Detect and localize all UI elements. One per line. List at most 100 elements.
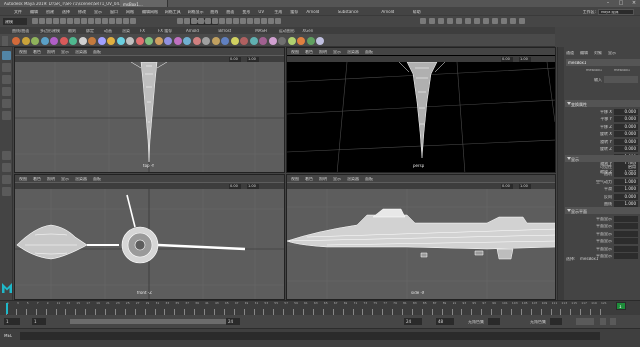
status-icon[interactable] bbox=[205, 18, 211, 24]
shelf-tool-icon[interactable] bbox=[249, 37, 258, 45]
status-icon[interactable] bbox=[191, 18, 197, 24]
status-icon[interactable] bbox=[88, 18, 94, 24]
shelf-tab[interactable]: XGen bbox=[302, 29, 313, 33]
shelf-tab[interactable]: Arnold bbox=[186, 29, 199, 33]
shelf-tool-icon[interactable] bbox=[268, 37, 277, 45]
shelf-tool-icon[interactable] bbox=[31, 37, 39, 45]
gamma-field[interactable]: 1.00 bbox=[247, 56, 259, 62]
render-icon[interactable] bbox=[474, 18, 480, 24]
shelf-tab[interactable]: 渲染 bbox=[122, 29, 130, 33]
lighting-menu[interactable]: 照明 bbox=[319, 50, 327, 54]
status-icon[interactable] bbox=[60, 18, 66, 24]
shelf-tab[interactable]: FX 缓存 bbox=[158, 29, 172, 33]
gamma-field[interactable]: 1.00 bbox=[519, 183, 531, 189]
status-icon[interactable] bbox=[116, 18, 122, 24]
mode-selector[interactable]: 建模 bbox=[3, 18, 27, 25]
tab-channels[interactable]: 通道 bbox=[566, 51, 574, 55]
move-tool-icon[interactable] bbox=[2, 87, 11, 96]
document-tab[interactable]: msBox1... bbox=[120, 0, 168, 7]
view-menu[interactable]: 视图 bbox=[291, 50, 299, 54]
menu-item[interactable]: 编辑网格 bbox=[142, 10, 158, 14]
channel-row[interactable]: 平面显示 bbox=[566, 215, 640, 222]
renderer-menu[interactable]: 渲染器 bbox=[75, 50, 87, 54]
shading-menu[interactable]: 着色 bbox=[305, 50, 313, 54]
menu-item[interactable]: 网格 bbox=[126, 10, 134, 14]
channel-value[interactable]: 启用 bbox=[614, 163, 638, 170]
current-time-indicator[interactable] bbox=[6, 303, 8, 314]
section-extra[interactable]: 显示平面 bbox=[565, 207, 640, 214]
shelf-tool-icon[interactable] bbox=[40, 37, 49, 45]
lasso-tool-icon[interactable] bbox=[2, 63, 11, 72]
show-menu[interactable]: 显示 bbox=[333, 177, 341, 181]
shelf-tool-icon[interactable] bbox=[183, 37, 191, 45]
channel-value[interactable]: 0.000 bbox=[614, 116, 638, 122]
shelf-tool-icon[interactable] bbox=[69, 37, 77, 45]
shelf-tool-icon[interactable] bbox=[230, 37, 239, 45]
status-icon[interactable] bbox=[226, 18, 232, 24]
shelf-tab[interactable]: 动画 bbox=[104, 29, 112, 33]
prefs-icon[interactable] bbox=[600, 318, 606, 325]
menu-item[interactable]: 帮助 bbox=[413, 10, 421, 14]
status-icon[interactable] bbox=[240, 18, 246, 24]
shape-tab-1[interactable]: mesBox1 bbox=[586, 69, 602, 73]
viewport-persp[interactable]: 视图 着色 照明 显示 渲染器 面板 0.00 1.00 persp bbox=[286, 47, 556, 173]
animation-start-field[interactable]: 1 bbox=[4, 318, 20, 325]
channel-box-side-tab[interactable] bbox=[558, 47, 564, 300]
shelf-tool-icon[interactable] bbox=[116, 37, 125, 45]
tab-edit[interactable]: 编辑 bbox=[580, 51, 588, 55]
viewport-canvas[interactable] bbox=[15, 189, 284, 299]
object-name-field[interactable]: mesBox1 bbox=[566, 59, 640, 66]
shelf-tool-icon[interactable] bbox=[107, 37, 115, 45]
playback-end-field[interactable]: 24 bbox=[404, 318, 422, 325]
channel-value[interactable]: 1.000 bbox=[614, 186, 638, 192]
exposure-field[interactable]: 0.00 bbox=[229, 183, 241, 189]
menu-item[interactable]: 文件 bbox=[14, 10, 22, 14]
panels-menu[interactable]: 面板 bbox=[93, 50, 101, 54]
channel-value[interactable]: 0.000 bbox=[614, 123, 638, 130]
menu-item[interactable]: 修改 bbox=[78, 10, 86, 14]
viewport-canvas[interactable] bbox=[287, 189, 555, 299]
side-by-side-layout-icon[interactable] bbox=[2, 175, 11, 184]
exposure-field[interactable]: 0.00 bbox=[501, 183, 513, 189]
menu-item[interactable]: 曲面 bbox=[226, 10, 234, 14]
status-icon[interactable] bbox=[123, 18, 129, 24]
channel-value[interactable] bbox=[614, 245, 638, 252]
menu-item[interactable]: 选择 bbox=[62, 10, 70, 14]
status-icon[interactable] bbox=[233, 18, 239, 24]
status-icon[interactable] bbox=[130, 18, 136, 24]
menu-item[interactable]: 显示 bbox=[94, 10, 102, 14]
shelf-tool-icon[interactable] bbox=[12, 37, 20, 45]
render-icon[interactable] bbox=[429, 18, 435, 24]
shelf-tool-icon[interactable] bbox=[211, 37, 220, 45]
shelf-tool-icon[interactable] bbox=[173, 37, 182, 45]
shelf-tool-icon[interactable] bbox=[306, 37, 315, 45]
shelf-tool-icon[interactable] bbox=[202, 37, 210, 45]
shelf-tool-icon[interactable] bbox=[78, 37, 87, 45]
char-set-dropdown[interactable] bbox=[550, 318, 562, 325]
render-icon[interactable] bbox=[456, 18, 462, 24]
shading-menu[interactable]: 着色 bbox=[305, 177, 313, 181]
lighting-menu[interactable]: 照明 bbox=[319, 177, 327, 181]
panels-menu[interactable]: 面板 bbox=[365, 50, 373, 54]
panels-menu[interactable]: 面板 bbox=[93, 177, 101, 181]
menu-item[interactable]: 网格显示 bbox=[188, 10, 204, 14]
shelf-tab[interactable]: Bifrost bbox=[218, 29, 231, 33]
scale-tool-icon[interactable] bbox=[2, 111, 11, 120]
shelf-tab[interactable]: 多边形建模 bbox=[40, 29, 60, 33]
channel-row[interactable]: 旋转 Z 0.000 bbox=[566, 146, 640, 153]
panels-menu[interactable]: 面板 bbox=[365, 177, 373, 181]
channel-value[interactable]: 1.000 bbox=[614, 178, 638, 185]
shelf-tool-icon[interactable] bbox=[259, 37, 267, 45]
single-view-layout-icon[interactable] bbox=[2, 151, 11, 160]
close-button[interactable]: × bbox=[628, 0, 640, 7]
shelf-tab[interactable]: MASH bbox=[255, 29, 267, 33]
exposure-field[interactable]: 0.00 bbox=[501, 56, 513, 62]
shelf-tool-icon[interactable] bbox=[59, 37, 68, 45]
viewport-canvas[interactable] bbox=[15, 61, 284, 172]
shelf-tool-icon[interactable] bbox=[50, 37, 58, 45]
status-icon[interactable] bbox=[268, 18, 274, 24]
channel-row[interactable]: 平面显示 bbox=[566, 245, 640, 252]
render-icon[interactable] bbox=[492, 18, 498, 24]
shelf-tool-icon[interactable] bbox=[297, 37, 305, 45]
viewport-top[interactable]: 视图 着色 照明 显示 渲染器 面板 0.00 1.00 top -Y bbox=[14, 47, 285, 173]
